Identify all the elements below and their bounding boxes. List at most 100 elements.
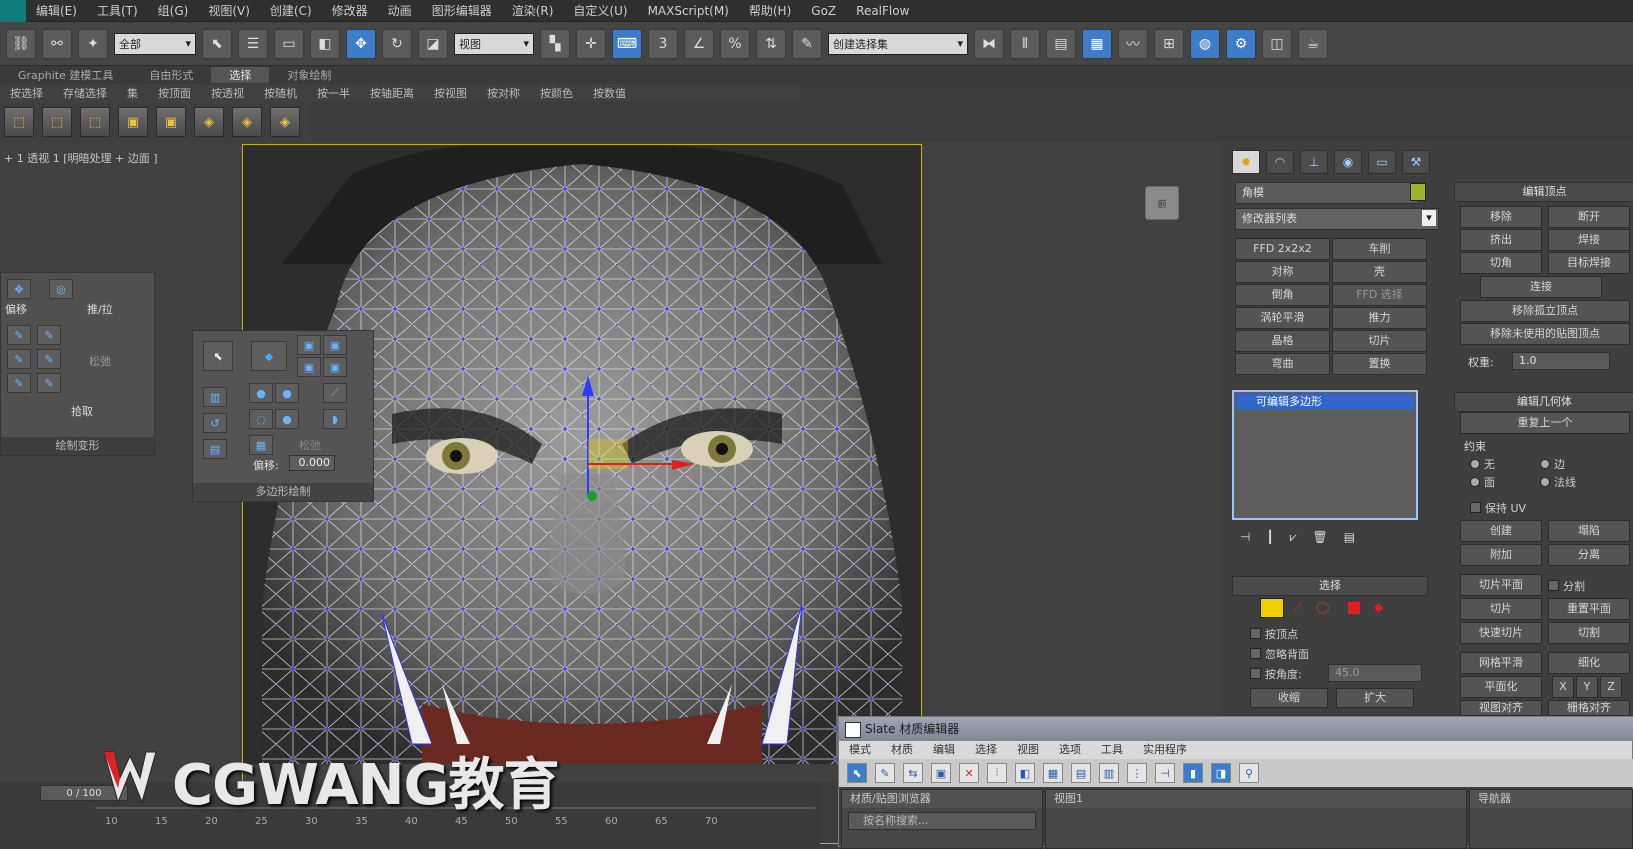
draw-icon[interactable]: ◌ bbox=[249, 409, 273, 429]
brush-icon[interactable]: ✎ bbox=[37, 349, 61, 369]
draw-icon[interactable]: ▣ bbox=[323, 357, 347, 377]
modifier-bend-button[interactable]: 弯曲 bbox=[1235, 353, 1330, 375]
modifier-slice-button[interactable]: 切片 bbox=[1332, 330, 1427, 352]
draw-icon[interactable]: ▣ bbox=[297, 357, 321, 377]
select-vertex-icon[interactable]: ⬚ bbox=[4, 107, 34, 137]
push-pull-icon[interactable]: ◎ bbox=[49, 279, 73, 299]
pick-material-icon[interactable]: ✎ bbox=[875, 763, 895, 783]
slate-menu-material[interactable]: 材质 bbox=[881, 741, 923, 759]
break-button[interactable]: 断开 bbox=[1548, 206, 1630, 228]
ref-coord-dropdown[interactable]: 视图 ▾ bbox=[454, 32, 534, 55]
draw-icon[interactable]: ▣ bbox=[323, 335, 347, 355]
ribbon-item[interactable]: 按轴距离 bbox=[360, 85, 424, 101]
weight-spinner[interactable]: 1.0 bbox=[1512, 352, 1610, 370]
bind-spacewarp-icon[interactable]: ✦ bbox=[78, 28, 108, 59]
mirror-icon[interactable]: ⧓ bbox=[974, 28, 1004, 59]
draw-icon[interactable]: ▦ bbox=[249, 435, 273, 455]
reset-plane-button[interactable]: 重置平面 bbox=[1548, 598, 1630, 620]
ribbon-item[interactable]: 按视图 bbox=[424, 85, 477, 101]
named-selection-dropdown[interactable]: 创建选择集 ▾ bbox=[828, 32, 968, 55]
constraint-edge-radio[interactable]: 边 bbox=[1540, 456, 1565, 472]
pin-stack-icon[interactable]: ⊣ bbox=[1240, 530, 1250, 545]
select-half-icon[interactable]: ▣ bbox=[156, 107, 186, 137]
menu-view[interactable]: 视图(V) bbox=[198, 2, 260, 19]
grid-align-button[interactable]: 栅格对齐 bbox=[1548, 700, 1630, 716]
remove-unused-map-verts-button[interactable]: 移除未使用的贴图顶点 bbox=[1460, 323, 1630, 345]
constraint-normal-radio[interactable]: 法线 bbox=[1540, 474, 1576, 490]
menu-goz[interactable]: GoZ bbox=[801, 4, 846, 18]
tab-freeform[interactable]: 自由形式 bbox=[131, 67, 211, 83]
offset-spinner[interactable]: 0.000 bbox=[289, 455, 335, 471]
schematic-view-icon[interactable]: ⊞ bbox=[1154, 28, 1184, 59]
repeat-last-button[interactable]: 重复上一个 bbox=[1460, 412, 1630, 434]
shape-icon[interactable]: ● bbox=[249, 383, 273, 403]
menu-rendering[interactable]: 渲染(R) bbox=[502, 2, 564, 19]
modifier-lathe-button[interactable]: 车削 bbox=[1332, 238, 1427, 260]
draw-icon[interactable]: ▤ bbox=[203, 439, 227, 459]
planar-x-button[interactable]: X bbox=[1552, 676, 1574, 698]
view-pane[interactable]: 视图1 bbox=[1045, 789, 1467, 849]
chamfer-button[interactable]: 切角 bbox=[1460, 252, 1542, 274]
create-button[interactable]: 创建 bbox=[1460, 520, 1542, 542]
object-color-swatch[interactable] bbox=[1410, 183, 1426, 201]
shape-icon[interactable]: ● bbox=[275, 383, 299, 403]
modifier-bevel-button[interactable]: 倒角 bbox=[1235, 284, 1330, 306]
planar-y-button[interactable]: Y bbox=[1576, 676, 1598, 698]
border-mode-icon[interactable]: ◯ bbox=[1316, 600, 1329, 614]
make-planar-button[interactable]: 平面化 bbox=[1460, 676, 1542, 698]
snaps-toggle-icon[interactable]: 3 bbox=[648, 28, 678, 59]
delete-icon[interactable]: ✕ bbox=[959, 763, 979, 783]
select-tool-icon[interactable]: ⬉ bbox=[847, 763, 867, 783]
select-manipulate-icon[interactable]: ✛ bbox=[576, 28, 606, 59]
ribbon-item[interactable]: 按数值 bbox=[583, 85, 636, 101]
ribbon-item[interactable]: 按一半 bbox=[307, 85, 360, 101]
view-tab[interactable]: 视图1 bbox=[1046, 790, 1466, 808]
slate-menu-view[interactable]: 视图 bbox=[1007, 741, 1049, 759]
menu-modifiers[interactable]: 修改器 bbox=[322, 2, 378, 19]
menu-group[interactable]: 组(G) bbox=[148, 2, 199, 19]
cut-button[interactable]: 切割 bbox=[1548, 622, 1630, 644]
draw-icon[interactable]: ▥ bbox=[203, 387, 227, 407]
link-icon[interactable]: ⛓ bbox=[6, 28, 36, 59]
ribbon-item[interactable]: 按颜色 bbox=[530, 85, 583, 101]
rotate-icon[interactable]: ↻ bbox=[382, 28, 412, 59]
ribbon-item[interactable]: 集 bbox=[117, 85, 148, 101]
select-by-material-icon[interactable]: ◨ bbox=[1211, 763, 1231, 783]
split-checkbox[interactable]: 分割 bbox=[1548, 578, 1585, 594]
modifier-shell-button[interactable]: 壳 bbox=[1332, 261, 1427, 283]
move-children-icon[interactable]: ⫶ bbox=[987, 763, 1007, 783]
modifier-displace-button[interactable]: 置换 bbox=[1332, 353, 1427, 375]
constraint-face-radio[interactable]: 面 bbox=[1470, 474, 1495, 490]
modifier-push-button[interactable]: 推力 bbox=[1332, 307, 1427, 329]
select-pivot-distance-icon[interactable]: ◈ bbox=[194, 107, 224, 137]
tab-graphite-modeling[interactable]: Graphite 建模工具 bbox=[0, 67, 131, 83]
by-vertex-checkbox[interactable]: 按顶点 bbox=[1250, 626, 1298, 642]
modifier-lattice-button[interactable]: 晶格 bbox=[1235, 330, 1330, 352]
viewcube[interactable]: 前 bbox=[1145, 186, 1179, 220]
scale-icon[interactable]: ◪ bbox=[418, 28, 448, 59]
unlink-icon[interactable]: ⚯ bbox=[42, 28, 72, 59]
brush-icon[interactable]: ✎ bbox=[37, 373, 61, 393]
ribbon-item[interactable]: 按对称 bbox=[477, 85, 530, 101]
relax-label[interactable]: 松弛 bbox=[89, 353, 111, 369]
slate-menu-select[interactable]: 选择 bbox=[965, 741, 1007, 759]
shift-brush-icon[interactable]: ✥ bbox=[7, 279, 31, 299]
modifier-ffd-button[interactable]: FFD 2x2x2 bbox=[1235, 238, 1330, 260]
edit-named-sets-icon[interactable]: ✎ bbox=[792, 28, 822, 59]
grow-button[interactable]: 扩大 bbox=[1336, 688, 1414, 708]
remove-button[interactable]: 移除 bbox=[1460, 206, 1542, 228]
edit-vertices-rollout-title[interactable]: 编辑顶点 bbox=[1454, 182, 1633, 202]
slice-button[interactable]: 切片 bbox=[1460, 598, 1542, 620]
tessellate-button[interactable]: 细化 bbox=[1548, 652, 1630, 674]
menu-customize[interactable]: 自定义(U) bbox=[563, 2, 637, 19]
parameter-editor-icon[interactable]: ▮ bbox=[1183, 763, 1203, 783]
extrude-button[interactable]: 挤出 bbox=[1460, 229, 1542, 251]
slate-menu-tools[interactable]: 工具 bbox=[1091, 741, 1133, 759]
brush-icon[interactable]: ✎ bbox=[7, 349, 31, 369]
modifier-turbosmooth-button[interactable]: 涡轮平滑 bbox=[1235, 307, 1330, 329]
slate-menu-options[interactable]: 选项 bbox=[1049, 741, 1091, 759]
ignore-backfacing-checkbox[interactable]: 忽略背面 bbox=[1250, 646, 1309, 662]
vertex-mode-icon[interactable] bbox=[1260, 598, 1284, 618]
weld-button[interactable]: 焊接 bbox=[1548, 229, 1630, 251]
display-tab-icon[interactable]: ▭ bbox=[1368, 150, 1396, 174]
